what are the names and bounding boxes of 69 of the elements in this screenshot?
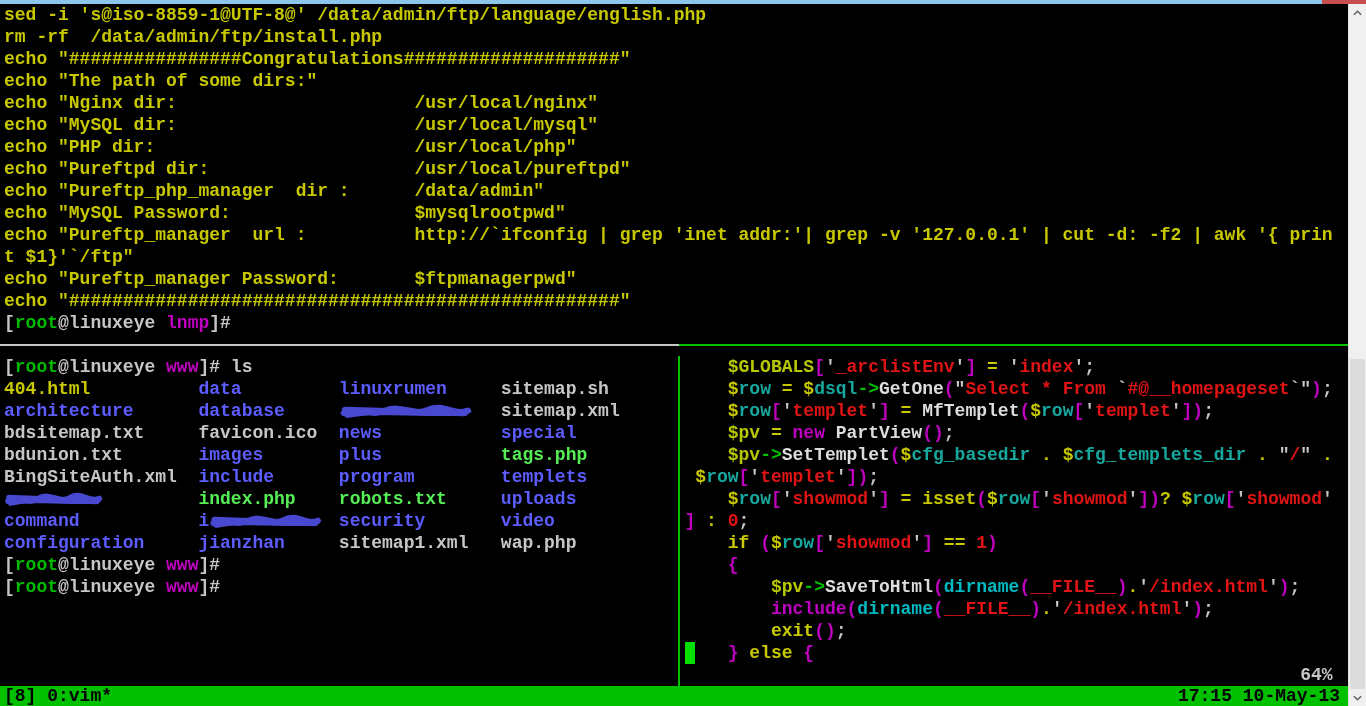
terminal-line: echo "Pureftp_manager url : http://`ifconfig | grep 'inet addr:'| grep -v '127.0.0.1' | cut -d: -f2 | awk '{ prin [4,225,1333,245]
prompt-line: [root@linuxeye www]# ls [4,357,253,377]
code-line: exit(); [770,621,847,641]
code-line: include(dirname(__FILE__).'/index.html'); [770,599,1214,619]
terminal-line: echo "PHP dir: /usr/local/php" [4,137,577,157]
terminal-line: echo "################Congratulations####################" [4,49,631,69]
terminal-line: echo "Nginx dir: /usr/local/nginx" [4,93,599,113]
prompt-line: [root@linuxeye lnmp]# [4,313,231,333]
file-name: BingSiteAuth.xml [4,466,177,488]
code-line: $row = $dsql->GetOne("Select * From `#@__homepageset`"); [727,379,1333,399]
code-line: if ($row['showmod'] == 1) [727,533,998,553]
terminal-line: echo "Pureftpd dir: /usr/local/pureftpd" [4,159,631,179]
file-name: index.php [198,488,296,510]
scrollbar[interactable] [1348,4,1366,706]
file-name: robots.txt [338,488,447,510]
prompt-line: [root@linuxeye www]# [4,577,221,597]
directory-name: news [338,422,383,444]
window-name: 0:vim* [47,686,112,706]
directory-name: include [198,466,275,488]
code-line: $GLOBALS['_arclistEnv'] = 'index'; [727,357,1096,377]
directory-name: jianzhan [198,532,285,554]
terminal-line: echo "###################################################" [4,291,631,311]
directory-name: architecture [4,400,134,422]
terminal-line: echo "The path of some dirs:" [4,71,318,91]
directory-name: linuxrumen [338,378,447,400]
terminal-line: echo "Pureftp_manager Password: $ftpmanagerpwd" [4,269,577,289]
code-line: $pv->SetTemplet($cfg_basedir . $cfg_templets_dir . "/" . [727,445,1333,465]
directory-name: uploads [500,488,577,510]
directory-name: images [198,444,264,466]
chevron-down-icon [1353,694,1362,701]
code-line: $row['showmod'] = isset($row['showmod'])? $row['showmod' [727,489,1333,509]
code-line: } else { [727,643,815,663]
directory-name: templets [500,466,588,488]
code-line: ] : 0; [684,511,750,531]
file-name: tags.php [500,444,588,466]
status-clock: 17:15 10-May-13 [1177,686,1340,706]
file-name: 404.html [4,378,91,400]
code-line: $row['templet']); [695,467,879,487]
prompt-line: [root@linuxeye www]# [4,555,221,575]
directory-name: special [500,422,577,444]
terminal-line: rm -rf /data/admin/ftp/install.php [4,27,383,47]
terminal-line: echo "Pureftp_php_manager dir : /data/admin" [4,181,545,201]
directory-name: video [500,510,555,532]
directory-name: i [198,510,210,532]
terminal-line: sed -i 's@iso-8859-1@UTF-8@' /data/admin/ftp/language/english.php [4,5,707,25]
scroll-percent: 64% [1300,665,1333,685]
directory-name: program [338,466,415,488]
code-line: $pv->SaveToHtml(dirname(__FILE__).'/index.html'); [770,577,1301,597]
directory-name: plus [338,444,383,466]
directory-name: command [4,510,80,532]
terminal-line: echo "MySQL Password: $mysqlrootpwd" [4,203,566,223]
directory-name: security [338,510,426,532]
directory-name: database [198,400,285,422]
file-name: sitemap.xml [500,400,620,422]
chevron-up-icon [1353,9,1362,16]
code-line: $row['templet'] = MfTemplet($row['templet']); [727,401,1214,421]
code-line: { [727,555,739,575]
file-name: sitemap1.xml [338,532,469,554]
file-name: sitemap.sh [500,378,609,400]
directory-name: configuration [4,532,145,554]
terminal-line: echo "MySQL dir: /usr/local/mysql" [4,115,599,135]
directory-name: data [198,378,242,400]
session-name: [8] [4,686,37,706]
file-name: bdunion.txt [4,444,123,466]
file-name: wap.php [500,532,577,554]
file-name: bdsitemap.txt [4,422,145,444]
file-name: favicon.ico [198,422,318,444]
terminal-line: t $1}'`/ftp" [4,247,134,267]
code-line: $pv = new PartView(); [727,423,955,443]
